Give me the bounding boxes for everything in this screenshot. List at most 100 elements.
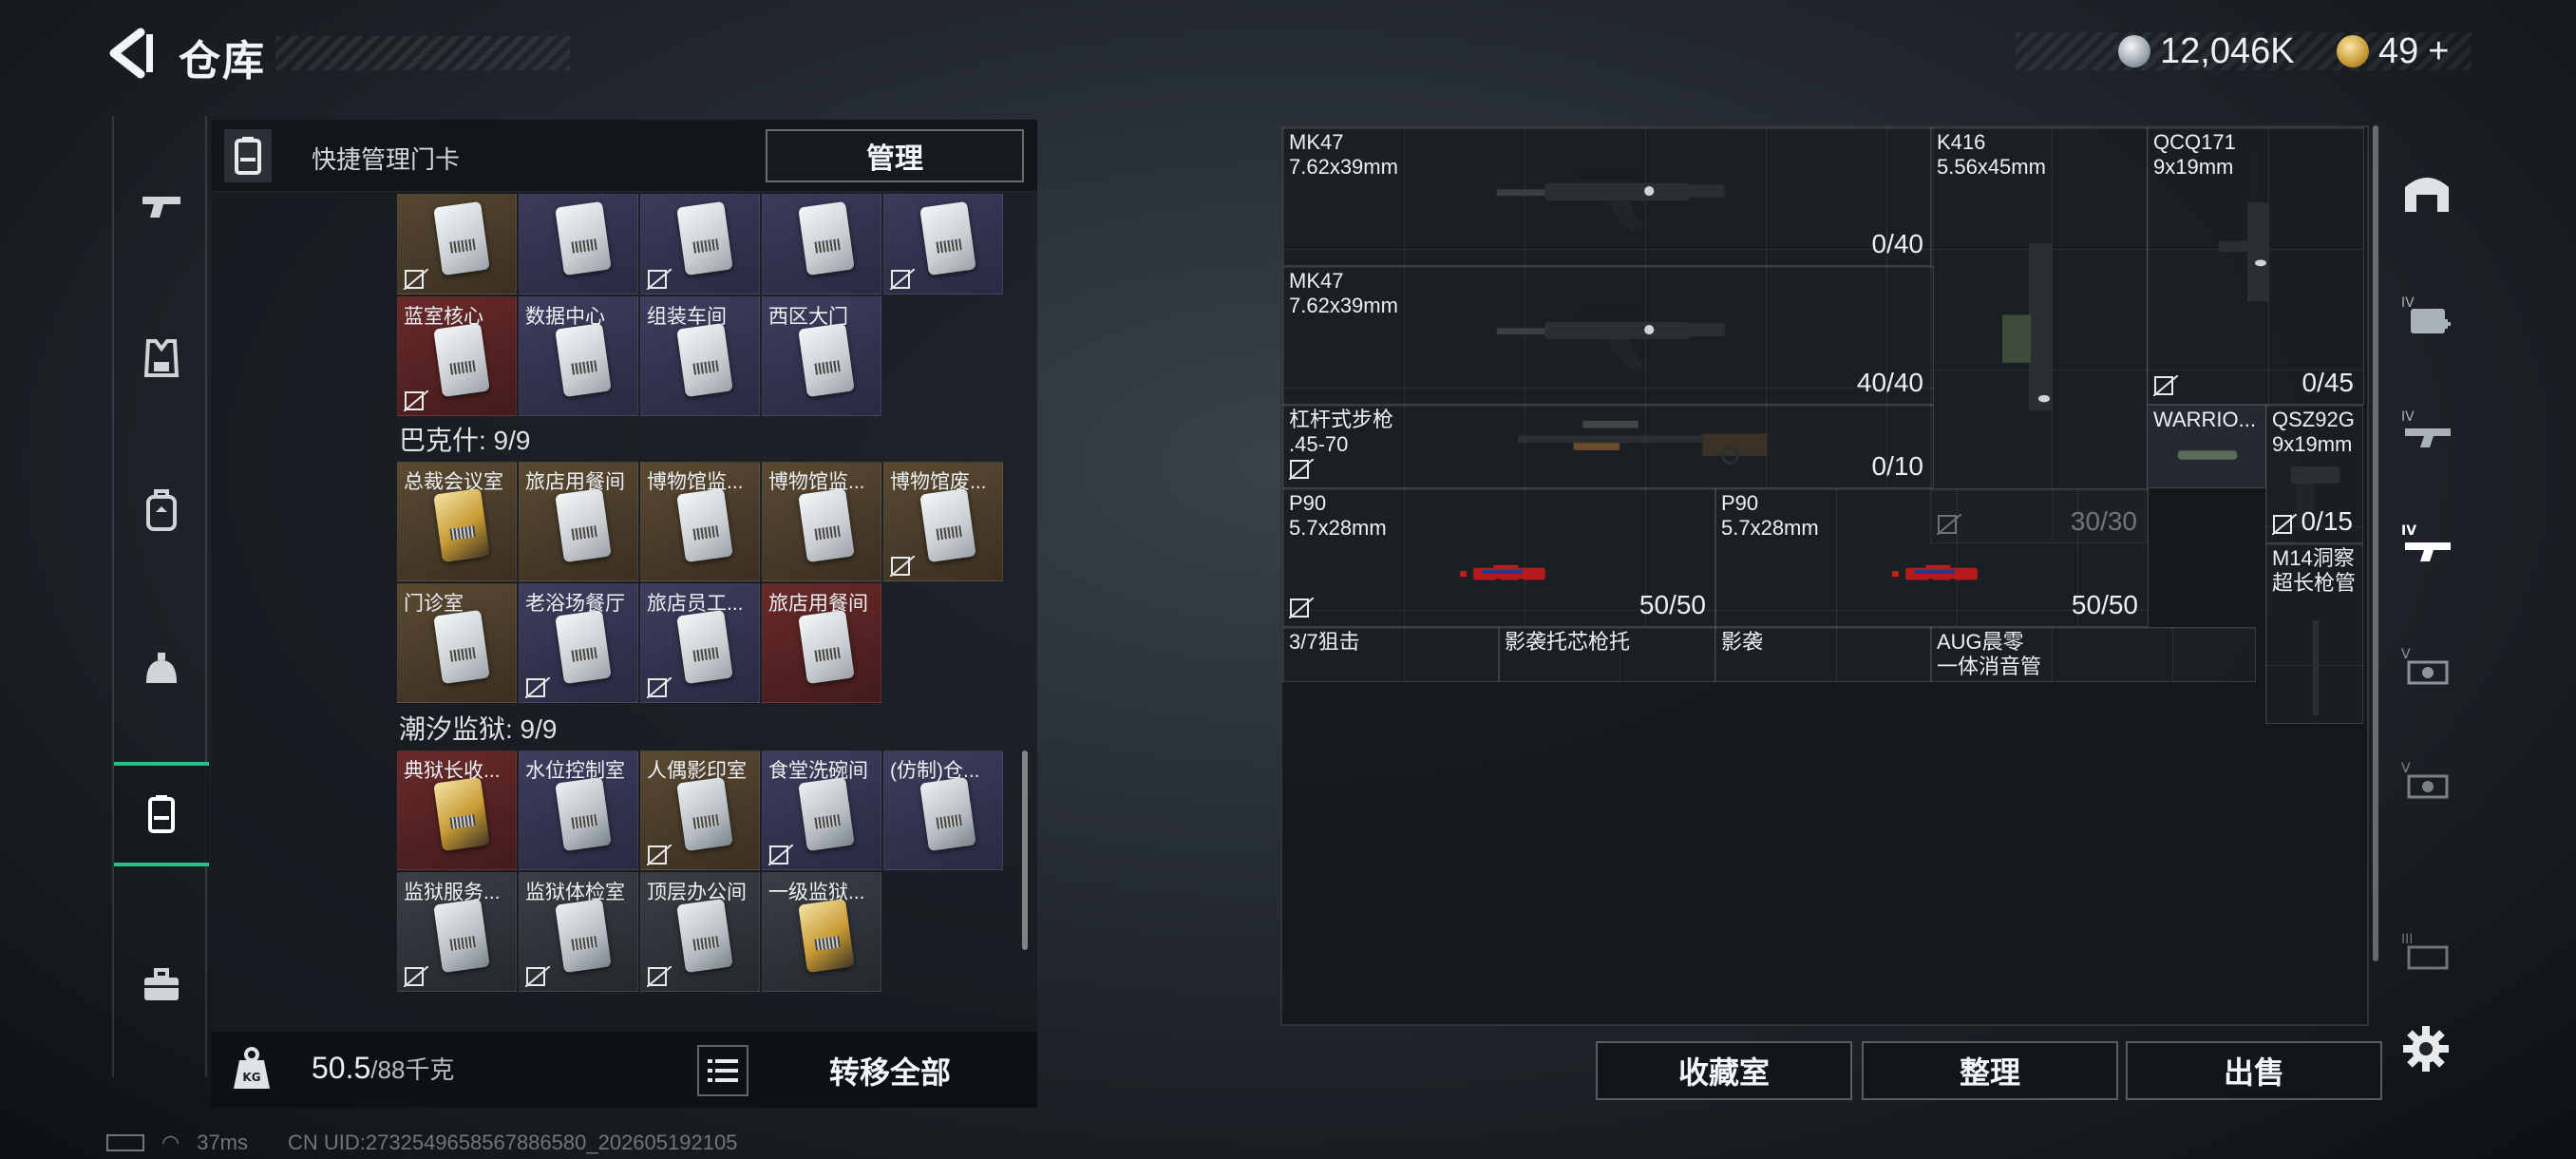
keycard-slot[interactable]: 西区大门 (762, 296, 881, 416)
settings-button[interactable] (2401, 1024, 2451, 1074)
keycard-item-icon (798, 776, 855, 852)
back-arrow-icon (109, 28, 153, 79)
rnav-weapon-iv[interactable]: IV (2384, 496, 2470, 591)
nav-helmet[interactable] (114, 619, 209, 724)
weapon-name: 影袭 (1721, 630, 1764, 654)
weapon-slot[interactable]: MK47 7.62x39mm 40/40 (1282, 266, 1934, 405)
keycard-slot[interactable]: 蓝室核心 (397, 296, 517, 416)
weapon-slot[interactable]: 3/7狙击 (1282, 627, 1500, 682)
unbound-lock-icon (1288, 597, 1316, 620)
svg-text:V: V (2401, 647, 2411, 662)
keycard-item-icon (433, 322, 490, 398)
keycard-slot[interactable]: 旅店用餐间 (762, 583, 881, 703)
keycard-header-icon (224, 129, 272, 182)
weapon-slot[interactable]: P90 5.7x28mm 50/50 (1714, 488, 2149, 627)
list-view-button[interactable] (697, 1045, 748, 1096)
wifi-icon: ◠ (161, 1130, 180, 1154)
back-button[interactable] (103, 27, 160, 80)
weapon-name: QSZ92G 9x19mm (2272, 408, 2355, 456)
collection-room-button[interactable]: 收藏室 (1596, 1041, 1852, 1100)
keycard-slot[interactable] (519, 194, 638, 294)
weapon-slot[interactable]: 影袭 (1714, 627, 1932, 682)
keycard-slot[interactable]: 老浴场餐厅 (519, 583, 638, 703)
keycard-slot[interactable]: 组装车间 (640, 296, 760, 416)
keycard-label: 一级监狱... (768, 882, 865, 903)
weapon-image (1446, 564, 1545, 586)
keycard-label: 典狱长收... (404, 760, 501, 782)
keycard-slot[interactable] (397, 194, 517, 294)
keycard-item-icon (433, 898, 490, 974)
keycard-slot[interactable]: 一级监狱... (762, 872, 881, 992)
rnav-medkit[interactable]: IV (2384, 268, 2470, 363)
weapon-v-icon: V (2401, 647, 2449, 685)
unbound-lock-icon (403, 390, 429, 412)
weapon-slot[interactable]: K416 5.56x45mm30/30 (1930, 127, 2148, 543)
transfer-all-button[interactable]: 转移全部 (771, 1041, 1009, 1100)
weapon-name: AUG晨零 一体消音管 (1937, 630, 2042, 678)
keycard-slot[interactable]: 门诊室 (397, 583, 517, 703)
keycard-slot[interactable]: 水位控制室 (519, 750, 638, 870)
keycard-slot[interactable] (883, 194, 1003, 294)
weapon-image (1496, 170, 1725, 232)
weight-current: 50.5 (312, 1051, 371, 1085)
keycard-slot[interactable]: 博物馆监... (640, 462, 760, 581)
keycard-slot[interactable]: 旅店员工... (640, 583, 760, 703)
weapon-slot[interactable]: 影袭托芯枪托 (1498, 627, 1715, 682)
keycard-slot[interactable]: 总裁会议室 (397, 462, 517, 581)
rnav-weapon-v2[interactable]: V (2384, 733, 2470, 828)
weapon-slot[interactable]: P90 5.7x28mm 50/50 (1282, 488, 1716, 627)
nav-armor[interactable] (114, 306, 209, 410)
keycard-slot[interactable]: 旅店用餐间 (519, 462, 638, 581)
armor-vest-icon (143, 339, 180, 377)
keycard-slot[interactable]: 典狱长收... (397, 750, 517, 870)
rnav-weapon-iii[interactable]: III (2384, 904, 2470, 999)
keycard-slot[interactable]: 人偶影印室 (640, 750, 760, 870)
weapon-image (1878, 564, 1978, 586)
keycard-slot[interactable]: 监狱服务... (397, 872, 517, 992)
keycard-slot[interactable]: 监狱体检室 (519, 872, 638, 992)
weapon-slot[interactable]: WARRIO... (2147, 405, 2266, 488)
gold-currency[interactable]: 49 + (2337, 27, 2449, 76)
nav-backpack[interactable] (114, 458, 209, 562)
svg-text:V: V (2401, 761, 2411, 776)
weapon-slot[interactable]: AUG晨零 一体消音管 (1930, 627, 2256, 682)
keycard-slot[interactable]: 数据中心 (519, 296, 638, 416)
weapon-slot[interactable]: M14洞察 超长枪管 (2265, 543, 2363, 724)
keycard-item-icon (555, 487, 612, 563)
keycard-item-icon (676, 898, 733, 974)
keycard-slot[interactable]: 食堂洗碗间 (762, 750, 881, 870)
manage-button[interactable]: 管理 (766, 129, 1024, 182)
weapon-v2-icon: V (2401, 761, 2449, 799)
organize-button[interactable]: 整理 (1862, 1041, 2118, 1100)
keycard-slot[interactable]: 博物馆废... (883, 462, 1003, 581)
rnav-armor-iv[interactable]: IV (2384, 382, 2470, 477)
gold-plus[interactable]: + (2428, 31, 2449, 72)
weapon-slot[interactable]: QSZ92G 9x19mm 0/15 (2265, 405, 2363, 543)
keycard-slot[interactable]: 博物馆监... (762, 462, 881, 581)
keycard-slot[interactable] (762, 194, 881, 294)
weapon-iv-icon: IV (2401, 523, 2451, 561)
silver-currency: 12,046K (2118, 27, 2295, 76)
keycard-slot[interactable] (640, 194, 760, 294)
ammo-count: 50/50 (1638, 590, 1706, 619)
nav-toolbox[interactable] (114, 933, 209, 1037)
keycard-list[interactable]: 蓝室核心 数据中心 组装车间 西区大门 巴克什: 9/9 总裁会议室 旅店用餐间 博物馆监..… (397, 194, 1024, 1030)
silver-coin-icon (2118, 35, 2150, 67)
uid-text: CN UID:2732549658567886580_202605192105 (288, 1130, 738, 1154)
rnav-weapon-v[interactable]: V (2384, 619, 2470, 714)
unbound-lock-icon (524, 965, 551, 988)
sell-button[interactable]: 出售 (2126, 1041, 2382, 1100)
keycard-slot[interactable]: (仿制)仓... (883, 750, 1003, 870)
firearm-icon (142, 197, 180, 218)
weapon-slot[interactable]: MK47 7.62x39mm 0/40 (1282, 127, 1934, 266)
keycard-scrollbar[interactable] (1022, 750, 1028, 950)
weapon-storage-grid[interactable]: MK47 7.62x39mm 0/40K416 5.56x45mm30/30QCQ… (1280, 125, 2369, 1026)
weapon-slot[interactable]: QCQ171 9x19mm 0/45 (2147, 127, 2364, 405)
weapon-slot[interactable]: 杠杆式步枪 .45-70 0/10 (1282, 405, 1934, 488)
keycard-slot[interactable]: 顶层办公间 (640, 872, 760, 992)
rnav-bunker[interactable] (2384, 144, 2470, 239)
nav-firearm[interactable] (114, 154, 209, 258)
keycard-item-icon (433, 609, 490, 685)
nav-keycard[interactable] (114, 762, 209, 866)
weapon-scrollbar[interactable] (2373, 125, 2378, 961)
